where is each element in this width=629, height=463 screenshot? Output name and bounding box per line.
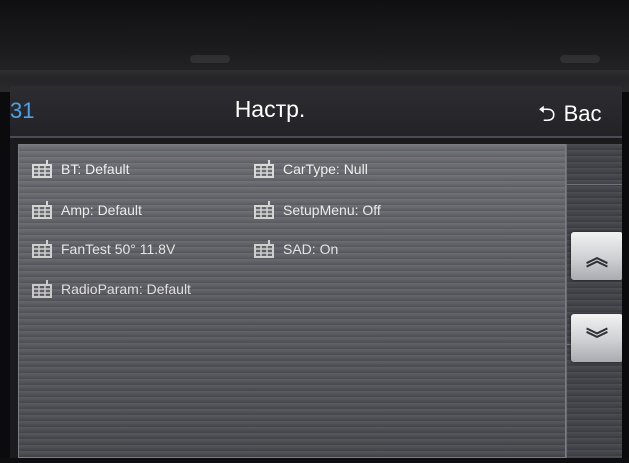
grid-icon <box>32 201 52 219</box>
scroll-up-button[interactable]: ︽ <box>571 232 622 280</box>
device-bezel-bottom <box>0 458 629 463</box>
double-chevron-up-icon: ︽ <box>585 245 608 270</box>
header-bar: 31 Настр. ⮌ Bac <box>10 86 622 138</box>
grid-icon <box>32 280 52 298</box>
double-chevron-down-icon: ︾ <box>585 327 608 352</box>
setting-setupmenu[interactable]: SetupMenu: Off <box>253 200 381 220</box>
grid-icon <box>32 160 52 178</box>
device-bezel-top <box>0 0 629 92</box>
setting-label: SetupMenu: Off <box>283 202 381 218</box>
bezel-mark <box>190 55 230 63</box>
divider <box>567 184 622 185</box>
setting-label: RadioParam: Default <box>61 281 191 297</box>
grid-icon <box>32 240 52 258</box>
screen: 31 Настр. ⮌ Bac BT: Default Amp: Default … <box>10 86 622 458</box>
setting-fantest[interactable]: FanTest 50° 11.8V <box>31 239 175 259</box>
grid-icon <box>254 201 274 219</box>
setting-sad[interactable]: SAD: On <box>253 239 338 259</box>
back-button[interactable]: ⮌ Bac <box>538 97 602 135</box>
back-arrow-icon: ⮌ <box>538 101 556 126</box>
scroll-down-button[interactable]: ︾ <box>571 314 622 362</box>
page-title: Настр. <box>234 96 306 122</box>
scroll-sidebar: ︽ ︾ <box>566 144 622 458</box>
grid-icon <box>254 160 274 178</box>
grid-icon <box>254 240 274 258</box>
back-label: Bac <box>563 101 602 126</box>
bezel-mark <box>560 55 600 63</box>
settings-list: BT: Default Amp: Default FanTest 50° 11.… <box>18 144 566 458</box>
setting-label: CarType: Null <box>283 161 368 177</box>
setting-label: Amp: Default <box>61 202 142 218</box>
setting-amp[interactable]: Amp: Default <box>31 200 142 220</box>
setting-cartype[interactable]: CarType: Null <box>253 159 368 179</box>
setting-bt[interactable]: BT: Default <box>31 159 129 179</box>
setting-radioparam[interactable]: RadioParam: Default <box>31 279 191 299</box>
setting-label: BT: Default <box>61 161 130 177</box>
setting-label: SAD: On <box>283 241 339 257</box>
setting-label: FanTest 50° 11.8V <box>61 241 176 257</box>
